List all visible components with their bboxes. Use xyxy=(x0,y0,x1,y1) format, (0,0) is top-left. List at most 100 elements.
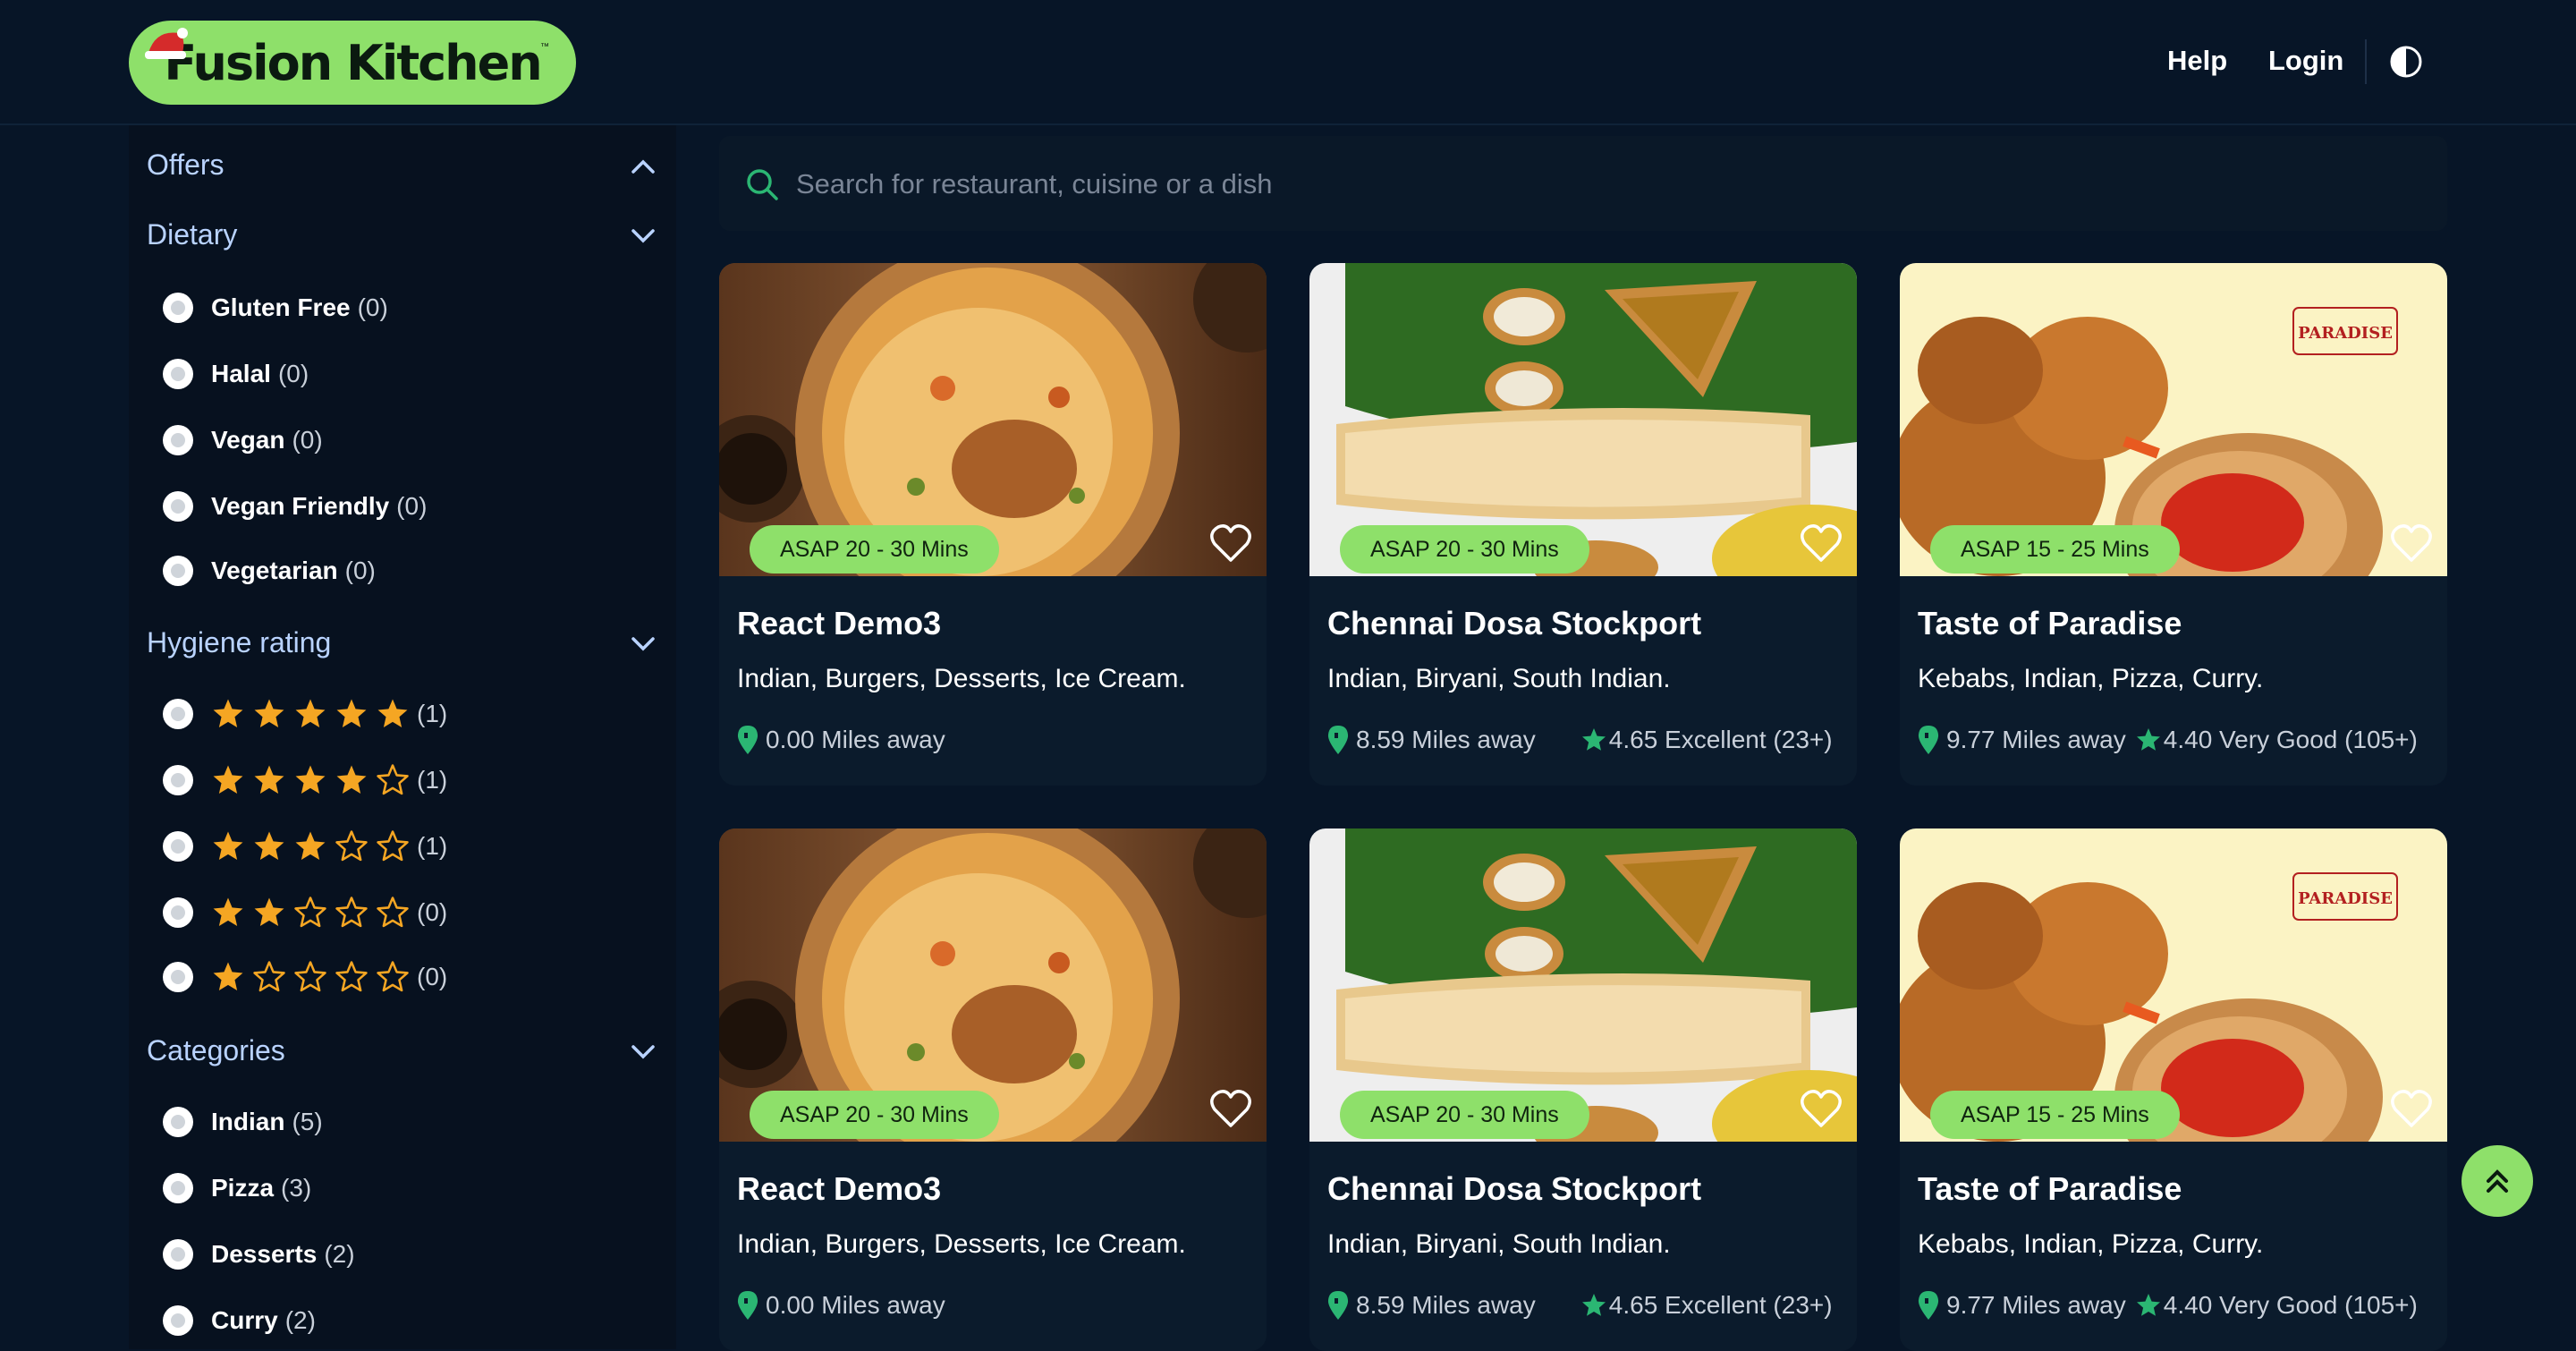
favorite-heart-icon[interactable] xyxy=(1800,523,1843,564)
hygiene-option[interactable]: (0) xyxy=(163,895,447,930)
rating-text: 4.65 Excellent (23+) xyxy=(1608,1291,1833,1319)
distance-text: 9.77 Miles away xyxy=(1946,1291,2126,1319)
dietary-section-title[interactable]: Dietary xyxy=(147,218,237,251)
distance-text: 9.77 Miles away xyxy=(1946,726,2126,753)
restaurant-card[interactable]: PARADISE ASAP 15 - 25 Mins Taste of Paradi… xyxy=(1900,828,2447,1351)
favorite-heart-icon[interactable] xyxy=(1209,523,1252,564)
restaurant-name[interactable]: React Demo3 xyxy=(737,1170,941,1208)
rating-star-icon xyxy=(1581,1294,1606,1316)
radio-button[interactable] xyxy=(163,765,193,795)
chevron-down-icon[interactable] xyxy=(630,635,657,653)
star-outline-icon xyxy=(253,961,285,992)
star-outline-icon xyxy=(377,830,409,862)
radio-button[interactable] xyxy=(163,1305,193,1336)
radio-button[interactable] xyxy=(163,1107,193,1137)
option-count: (1) xyxy=(417,832,448,860)
categories-section-title[interactable]: Categories xyxy=(147,1034,285,1067)
restaurant-card[interactable]: ASAP 20 - 30 Mins React Demo3 Indian, Burg… xyxy=(719,828,1267,1351)
option-label: Halal xyxy=(211,360,271,387)
option-count: (1) xyxy=(417,766,448,794)
chevron-up-icon[interactable] xyxy=(630,157,657,175)
rating-star-icon xyxy=(1581,728,1606,751)
hygiene-option[interactable]: (1) xyxy=(163,696,447,732)
rating: 4.40 Very Good (105+) xyxy=(2135,726,2418,754)
delivery-time-badge: ASAP 20 - 30 Mins xyxy=(1340,1091,1589,1139)
option-count: (1) xyxy=(417,700,448,727)
location-pin-icon xyxy=(1327,1291,1349,1320)
favorite-heart-icon[interactable] xyxy=(2390,523,2433,564)
restaurant-name[interactable]: Taste of Paradise xyxy=(1918,605,2182,642)
category-option-indian[interactable]: Indian (5) xyxy=(163,1104,323,1140)
restaurant-name[interactable]: Chennai Dosa Stockport xyxy=(1327,1170,1701,1208)
delivery-time-badge: ASAP 15 - 25 Mins xyxy=(1930,1091,2180,1139)
option-label: Vegetarian xyxy=(211,557,338,584)
option-count: (5) xyxy=(292,1108,323,1135)
help-link[interactable]: Help xyxy=(2167,45,2227,77)
search-bar[interactable] xyxy=(719,136,2447,231)
favorite-heart-icon[interactable] xyxy=(1209,1088,1252,1129)
svg-text:PARADISE: PARADISE xyxy=(2298,324,2393,343)
rating-star-icon xyxy=(2136,728,2160,751)
chevron-down-icon[interactable] xyxy=(630,227,657,245)
star-filled-icon xyxy=(336,765,367,794)
offers-section-title[interactable]: Offers xyxy=(147,149,225,182)
radio-button[interactable] xyxy=(163,831,193,862)
category-option-curry[interactable]: Curry (2) xyxy=(163,1303,316,1338)
favorite-heart-icon[interactable] xyxy=(2390,1088,2433,1129)
hygiene-section-title[interactable]: Hygiene rating xyxy=(147,626,331,659)
trademark: ™ xyxy=(540,42,549,52)
restaurant-name[interactable]: React Demo3 xyxy=(737,605,941,642)
login-link[interactable]: Login xyxy=(2268,45,2343,77)
restaurant-name[interactable]: Taste of Paradise xyxy=(1918,1170,2182,1208)
radio-button[interactable] xyxy=(163,1239,193,1270)
radio-button[interactable] xyxy=(163,962,193,992)
location-pin-icon xyxy=(1327,726,1349,754)
dietary-option-vegan-friendly[interactable]: Vegan Friendly (0) xyxy=(163,489,427,524)
restaurant-name[interactable]: Chennai Dosa Stockport xyxy=(1327,605,1701,642)
option-count: (0) xyxy=(357,293,388,321)
star-rating xyxy=(211,960,410,994)
hygiene-option[interactable]: (1) xyxy=(163,828,447,864)
delivery-time-badge: ASAP 20 - 30 Mins xyxy=(1340,525,1589,574)
search-input[interactable] xyxy=(794,161,2408,208)
radio-button[interactable] xyxy=(163,359,193,389)
star-rating xyxy=(211,829,410,863)
radio-button[interactable] xyxy=(163,699,193,729)
dietary-option-vegetarian[interactable]: Vegetarian (0) xyxy=(163,553,376,589)
radio-button[interactable] xyxy=(163,1173,193,1203)
dietary-option-gluten-free[interactable]: Gluten Free (0) xyxy=(163,290,388,326)
category-option-desserts[interactable]: Desserts (2) xyxy=(163,1236,355,1272)
theme-toggle-icon[interactable] xyxy=(2389,45,2423,79)
restaurant-card[interactable]: ASAP 20 - 30 Mins Chennai Dosa Stockport I… xyxy=(1309,263,1857,786)
scroll-to-top-button[interactable] xyxy=(2462,1145,2533,1217)
dietary-option-halal[interactable]: Halal (0) xyxy=(163,356,309,392)
hygiene-option[interactable]: (1) xyxy=(163,762,447,798)
location-pin-icon xyxy=(1918,1291,1939,1320)
option-count: (0) xyxy=(396,492,428,520)
chevron-down-icon[interactable] xyxy=(630,1043,657,1061)
restaurant-cuisine: Kebabs, Indian, Pizza, Curry. xyxy=(1918,1229,2264,1259)
restaurant-card[interactable]: ASAP 20 - 30 Mins React Demo3 Indian, Burg… xyxy=(719,263,1267,786)
radio-button[interactable] xyxy=(163,293,193,323)
distance-text: 0.00 Miles away xyxy=(766,1291,945,1319)
nav-divider xyxy=(2365,39,2367,84)
option-label: Indian xyxy=(211,1108,285,1135)
star-outline-icon xyxy=(294,961,326,992)
restaurant-meta: 8.59 Miles away 4.65 Excellent (23+) xyxy=(1327,725,1833,755)
restaurant-card[interactable]: PARADISE ASAP 15 - 25 Mins Taste of Paradi… xyxy=(1900,263,2447,786)
radio-button[interactable] xyxy=(163,491,193,522)
category-option-pizza[interactable]: Pizza (3) xyxy=(163,1170,311,1206)
restaurant-card[interactable]: ASAP 20 - 30 Mins Chennai Dosa Stockport I… xyxy=(1309,828,1857,1351)
option-label: Gluten Free xyxy=(211,293,351,321)
option-count: (3) xyxy=(281,1174,312,1202)
star-outline-icon xyxy=(377,896,409,928)
hygiene-option[interactable]: (0) xyxy=(163,959,447,995)
radio-button[interactable] xyxy=(163,556,193,586)
radio-button[interactable] xyxy=(163,425,193,455)
distance-text: 8.59 Miles away xyxy=(1356,1291,1536,1319)
star-filled-icon xyxy=(254,699,284,727)
fusion-kitchen-logo[interactable]: Fusion Kitchen ™ xyxy=(129,21,576,105)
dietary-option-vegan[interactable]: Vegan (0) xyxy=(163,422,323,458)
favorite-heart-icon[interactable] xyxy=(1800,1088,1843,1129)
radio-button[interactable] xyxy=(163,897,193,928)
